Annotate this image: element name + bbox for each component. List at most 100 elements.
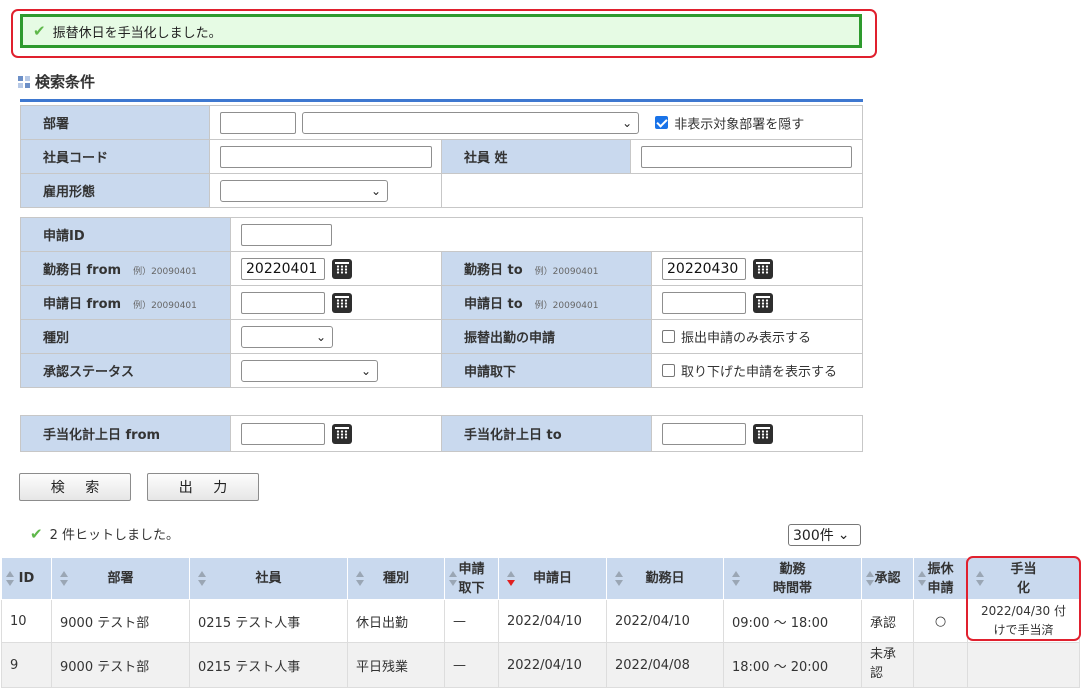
hide-hidden-departments-checkbox[interactable] (655, 116, 669, 129)
search-button[interactable]: 検 索 (19, 473, 131, 501)
kind-label: 種別 (20, 319, 231, 354)
application-id-cell (230, 217, 863, 252)
allowance-to-label: 手当化計上日 to (441, 415, 652, 452)
apply-date-from-example: 例）20090401 (133, 301, 197, 311)
cell-approval: 承認 (861, 599, 914, 643)
chevron-down-icon: ⌄ (370, 183, 381, 198)
employee-name-input[interactable] (641, 145, 852, 168)
search-table-application: 申請ID 勤務日 from 例）20090401 20220401 勤務日 to 例… (20, 217, 863, 388)
check-icon: ✔ (33, 22, 46, 40)
application-id-input[interactable] (241, 223, 332, 246)
per-page-select[interactable]: 300件 ⌄ (788, 524, 861, 546)
col-header-text: 勤務 時間帯 (772, 561, 812, 596)
col-header-text: 申請日 (532, 571, 572, 586)
success-message: ✔ 振替休日を手当化しました。 (20, 14, 862, 48)
allowance-to-input[interactable] (662, 422, 746, 445)
col-header-approval[interactable]: 承認 (861, 557, 914, 600)
col-header-text: 承認 (874, 571, 901, 586)
kind-select[interactable]: ⌄ (241, 325, 333, 348)
search-table-employee: 部署 ⌄ 非表示対象部署を隠す 社員コード 社員 姓 雇用形態 ⌄ (20, 105, 864, 208)
col-header-work-date[interactable]: 勤務日 (606, 557, 724, 600)
cell-employee: 0215 テスト人事 (189, 599, 348, 643)
calendar-icon[interactable] (332, 258, 352, 279)
employee-name-cell (629, 139, 864, 174)
section-title-text: 検索条件 (35, 73, 96, 91)
col-header-text: 部署 (107, 571, 134, 586)
approval-status-select[interactable]: ⌄ (241, 359, 378, 382)
cell-kind: 休日出勤 (347, 599, 445, 643)
col-header-substitute-leave[interactable]: 振休 申請 (913, 557, 968, 600)
calendar-icon[interactable] (753, 292, 773, 313)
apply-date-from-label-text: 申請日 from (43, 297, 122, 312)
work-date-from-input[interactable]: 20220401 (241, 257, 325, 280)
col-header-apply-date[interactable]: 申請日 (498, 557, 607, 600)
work-date-to-example: 例）20090401 (534, 267, 599, 277)
apply-date-to-input[interactable] (662, 291, 746, 314)
col-header-text: 種別 (382, 571, 409, 586)
sort-icon (356, 571, 364, 587)
results-table: ID 部署 社員 種別 申請 取下 申請日 勤務日 勤務 時間帯 承認 振休 申… (1, 557, 1080, 688)
sort-icon (60, 571, 68, 587)
employee-code-label: 社員コード (20, 139, 210, 174)
calendar-icon[interactable] (332, 423, 352, 444)
apply-date-from-cell (230, 285, 442, 320)
col-header-text: 社員 (255, 571, 282, 586)
substitute-work-cell: 振出申請のみ表示する (651, 319, 863, 354)
calendar-icon[interactable] (332, 292, 352, 313)
table-row[interactable]: 10 9000 テスト部 0215 テスト人事 休日出勤 — 2022/04/1… (1, 599, 1080, 643)
hit-count-text: 2 件ヒットしました。 (49, 528, 179, 543)
department-cell: ⌄ 非表示対象部署を隠す (208, 105, 864, 140)
col-header-work-hours[interactable]: 勤務 時間帯 (723, 557, 862, 600)
work-date-from-example: 例）20090401 (133, 267, 197, 277)
apply-date-to-label: 申請日 to 例）20090401 (441, 285, 652, 320)
cell-allowance (967, 642, 1080, 688)
allowance-from-cell (230, 415, 442, 452)
application-id-label: 申請ID (20, 217, 231, 252)
show-withdrawn-checkbox[interactable] (662, 364, 675, 377)
approval-status-label: 承認ステータス (20, 353, 231, 388)
search-conditions-title: 検索条件 (18, 71, 95, 92)
cell-work-hours: 09:00 〜 18:00 (723, 599, 862, 643)
cell-id: 9 (1, 642, 52, 688)
col-header-withdrawal[interactable]: 申請 取下 (444, 557, 499, 600)
table-row[interactable]: 9 9000 テスト部 0215 テスト人事 平日残業 — 2022/04/10… (1, 642, 1080, 688)
cell-withdrawal: — (444, 642, 499, 688)
apply-date-from-input[interactable] (241, 291, 325, 314)
employee-code-cell (209, 139, 442, 174)
section-divider (20, 99, 863, 102)
employment-type-select[interactable]: ⌄ (220, 179, 388, 202)
apply-date-from-label: 申請日 from 例）20090401 (20, 285, 231, 320)
allowance-from-input[interactable] (241, 422, 325, 445)
calendar-icon[interactable] (753, 423, 773, 444)
export-button[interactable]: 出 力 (147, 473, 259, 501)
cell-department: 9000 テスト部 (51, 642, 190, 688)
check-icon: ✔ (30, 524, 43, 543)
substitute-work-label: 振替出勤の申請 (441, 319, 652, 354)
sort-icon (198, 571, 206, 587)
col-header-id[interactable]: ID (1, 557, 52, 600)
department-select[interactable]: ⌄ (302, 111, 640, 134)
allowance-column-highlight (966, 556, 1081, 641)
cell-apply-date: 2022/04/10 (498, 599, 607, 643)
work-date-to-input[interactable]: 20220430 (662, 257, 746, 280)
cell-kind: 平日残業 (347, 642, 445, 688)
sort-icon (449, 571, 457, 587)
cell-department: 9000 テスト部 (51, 599, 190, 643)
work-date-to-label: 勤務日 to 例）20090401 (441, 251, 652, 286)
col-header-department[interactable]: 部署 (51, 557, 190, 600)
col-header-kind[interactable]: 種別 (347, 557, 445, 600)
calendar-icon[interactable] (753, 258, 773, 279)
work-date-from-label-text: 勤務日 from (43, 263, 122, 278)
cell-substitute-leave (913, 642, 968, 688)
withdrawal-cell: 取り下げた申請を表示する (651, 353, 863, 388)
empty-cell (440, 173, 864, 208)
cell-work-hours: 18:00 〜 20:00 (723, 642, 862, 688)
allowance-to-cell (651, 415, 863, 452)
department-code-input[interactable] (220, 111, 296, 134)
apply-date-to-label-text: 申請日 to (464, 297, 523, 312)
col-header-employee[interactable]: 社員 (189, 557, 348, 600)
substitute-only-label: 振出申請のみ表示する (681, 331, 812, 346)
cell-id: 10 (1, 599, 52, 643)
substitute-only-checkbox[interactable] (662, 330, 675, 343)
employee-code-input[interactable] (220, 145, 432, 168)
